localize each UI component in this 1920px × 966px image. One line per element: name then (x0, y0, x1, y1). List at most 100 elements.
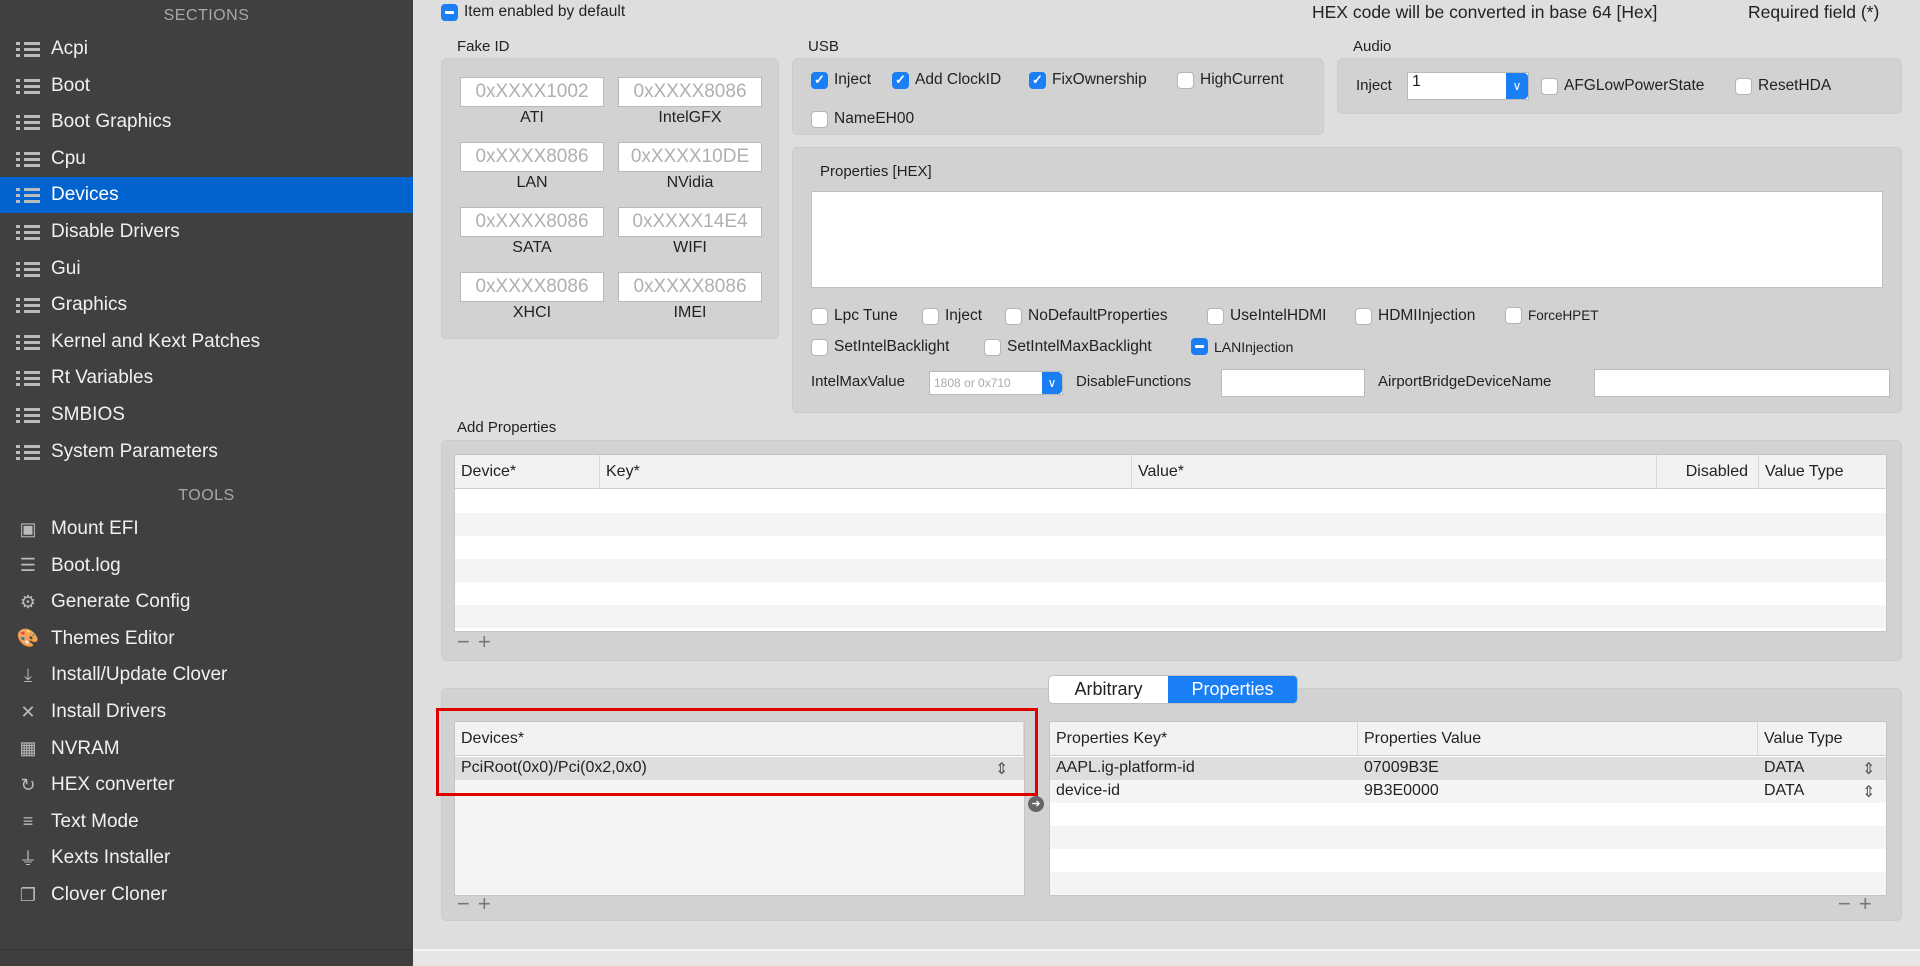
tool-label: Generate Config (51, 591, 191, 613)
sidebar-item-cpu[interactable]: Cpu (0, 141, 413, 177)
tool-label: Clover Cloner (51, 884, 168, 905)
col-disabled[interactable]: Disabled (1657, 455, 1759, 489)
col-key[interactable]: Key* (600, 455, 1132, 489)
item-enabled-checkbox[interactable]: Item enabled by default (441, 3, 625, 21)
tool-themes-editor[interactable]: 🎨 Themes Editor (0, 621, 413, 657)
option-hdmiinjection-checkbox[interactable]: HDMIInjection (1355, 307, 1475, 325)
afg-checkbox[interactable]: AFGLowPowerState (1541, 77, 1704, 95)
sidebar-item-gui[interactable]: Gui (0, 251, 413, 287)
usb-inject-checkbox[interactable]: ✓ Inject (811, 71, 871, 89)
plug-icon: ⏚ (19, 849, 37, 870)
tool-text-mode[interactable]: ≡ Text Mode (0, 804, 413, 840)
tool-install-update-clover[interactable]: ⤓ Install/Update Clover (0, 657, 413, 693)
list-icon (15, 295, 41, 315)
prop-value[interactable]: 9B3E0000 (1364, 782, 1439, 800)
disable-functions-input[interactable] (1221, 369, 1365, 397)
sidebar-item-smbios[interactable]: SMBIOS (0, 397, 413, 433)
audio-inject-select[interactable]: 1 ∨ (1407, 72, 1529, 100)
fake-id-intelgfx-input[interactable]: 0xXXXX8086 (618, 77, 762, 107)
option-setintelmaxbacklight-checkbox[interactable]: SetIntelMaxBacklight (984, 338, 1152, 356)
name-eh00-checkbox[interactable]: NameEH00 (811, 110, 914, 128)
usb-title: USB (808, 38, 839, 55)
tools-header: TOOLS (178, 487, 235, 504)
sidebar-item-rt-variables[interactable]: Rt Variables (0, 360, 413, 396)
tool-label: Mount EFI (51, 518, 139, 539)
tool-install-drivers[interactable]: ✕ Install Drivers (0, 694, 413, 730)
prop-key[interactable]: AAPL.ig-platform-id (1056, 759, 1195, 777)
option-useintelhdmi-checkbox[interactable]: UseIntelHDMI (1207, 307, 1326, 325)
tool-boot-log[interactable]: ☰ Boot.log (0, 548, 413, 584)
fake-id-imei-input[interactable]: 0xXXXX8086 (618, 272, 762, 302)
label: HighCurrent (1200, 71, 1284, 88)
tool-hex-converter[interactable]: ↻ HEX converter (0, 767, 413, 803)
col-value-type[interactable]: Value Type (1759, 455, 1886, 489)
list-icon (15, 222, 41, 242)
col-prop-value[interactable]: Properties Value (1358, 722, 1758, 756)
sidebar-item-disable-drivers[interactable]: Disable Drivers (0, 214, 413, 250)
fake-id-intelgfx-label: IntelGFX (658, 109, 722, 126)
check-icon: ✓ (1029, 71, 1046, 89)
updown-chevron-icon[interactable]: ⇕ (1862, 782, 1875, 802)
prop-type[interactable]: DATA (1764, 759, 1804, 777)
sidebar-item-acpi[interactable]: Acpi (0, 31, 413, 67)
tool-label: Install Drivers (51, 701, 167, 722)
sidebar-item-label: Kernel and Kext Patches (51, 330, 261, 352)
sidebar-item-graphics[interactable]: Graphics (0, 287, 413, 323)
col-prop-type[interactable]: Value Type (1758, 722, 1886, 756)
sidebar-item-boot[interactable]: Boot (0, 68, 413, 104)
sidebar-item-devices[interactable]: Devices (0, 177, 413, 214)
fake-id-title: Fake ID (457, 38, 510, 55)
highlight-box (436, 708, 1038, 796)
sidebar-item-boot-graphics[interactable]: Boot Graphics (0, 104, 413, 140)
tool-clover-cloner[interactable]: ❐ Clover Cloner (0, 877, 413, 913)
fake-id-xhci-input[interactable]: 0xXXXX8086 (460, 272, 604, 302)
list-icon (15, 368, 41, 388)
add-clockid-checkbox[interactable]: ✓ Add ClockID (892, 71, 1001, 89)
devices-add-remove[interactable]: −+ (457, 891, 499, 917)
fake-id-nvidia-input[interactable]: 0xXXXX10DE (618, 142, 762, 172)
add-properties-table[interactable]: Device* Key* Value* Disabled Value Type (454, 454, 1887, 632)
text-icon: ≡ (22, 811, 34, 832)
fix-ownership-checkbox[interactable]: ✓ FixOwnership (1029, 71, 1147, 89)
option-nodefaultproperties-checkbox[interactable]: NoDefaultProperties (1005, 307, 1168, 325)
prop-type[interactable]: DATA (1764, 782, 1804, 800)
add-remove-buttons[interactable]: −+ (457, 629, 499, 655)
updown-chevron-icon[interactable]: ⇕ (1862, 759, 1875, 779)
tab-arbitrary[interactable]: Arbitrary (1049, 676, 1168, 703)
arrow-right-icon[interactable]: ➜ (1028, 796, 1044, 812)
properties-hex-textarea[interactable] (811, 191, 1883, 288)
sidebar-item-label: Devices (51, 184, 119, 206)
tool-label: Install/Update Clover (51, 664, 228, 686)
tool-generate-config[interactable]: ⚙ Generate Config (0, 584, 413, 620)
sidebar-item-label: Rt Variables (51, 367, 154, 389)
fake-id-lan-input[interactable]: 0xXXXX8086 (460, 142, 604, 172)
prop-key[interactable]: device-id (1056, 782, 1120, 800)
tab-properties[interactable]: Properties (1168, 676, 1297, 703)
option-inject-checkbox[interactable]: Inject (922, 307, 982, 325)
tool-kexts-installer[interactable]: ⏚ Kexts Installer (0, 840, 413, 876)
intel-max-select[interactable]: 1808 or 0x710 ∨ (929, 371, 1063, 395)
refresh-icon: ↻ (20, 774, 36, 795)
properties-table[interactable]: Properties Key* Properties Value Value T… (1049, 721, 1887, 896)
airport-input[interactable] (1594, 369, 1890, 397)
sidebar-item-system-parameters[interactable]: System Parameters (0, 434, 413, 470)
prop-value[interactable]: 07009B3E (1364, 759, 1439, 777)
list-icon (15, 259, 41, 279)
tool-nvram[interactable]: ▦ NVRAM (0, 731, 413, 767)
col-device[interactable]: Device* (455, 455, 600, 489)
option-forcehpet-checkbox[interactable]: ForceHPET (1505, 307, 1599, 324)
props-add-remove[interactable]: −+ (1838, 891, 1880, 917)
label: Lpc Tune (834, 307, 898, 324)
sidebar-item-kernel-and-kext-patches[interactable]: Kernel and Kext Patches (0, 324, 413, 360)
reset-hda-checkbox[interactable]: ResetHDA (1735, 77, 1831, 95)
option-laninjection-checkbox[interactable]: LANInjection (1191, 338, 1293, 355)
option-setintelbacklight-checkbox[interactable]: SetIntelBacklight (811, 338, 949, 356)
fake-id-ati-input[interactable]: 0xXXXX1002 (460, 77, 604, 107)
col-prop-key[interactable]: Properties Key* (1050, 722, 1358, 756)
high-current-checkbox[interactable]: HighCurrent (1177, 71, 1284, 89)
col-value[interactable]: Value* (1132, 455, 1657, 489)
option-lpc-tune-checkbox[interactable]: Lpc Tune (811, 307, 898, 325)
fake-id-sata-input[interactable]: 0xXXXX8086 (460, 207, 604, 237)
fake-id-wifi-input[interactable]: 0xXXXX14E4 (618, 207, 762, 237)
tool-mount-efi[interactable]: ▣ Mount EFI (0, 511, 413, 547)
